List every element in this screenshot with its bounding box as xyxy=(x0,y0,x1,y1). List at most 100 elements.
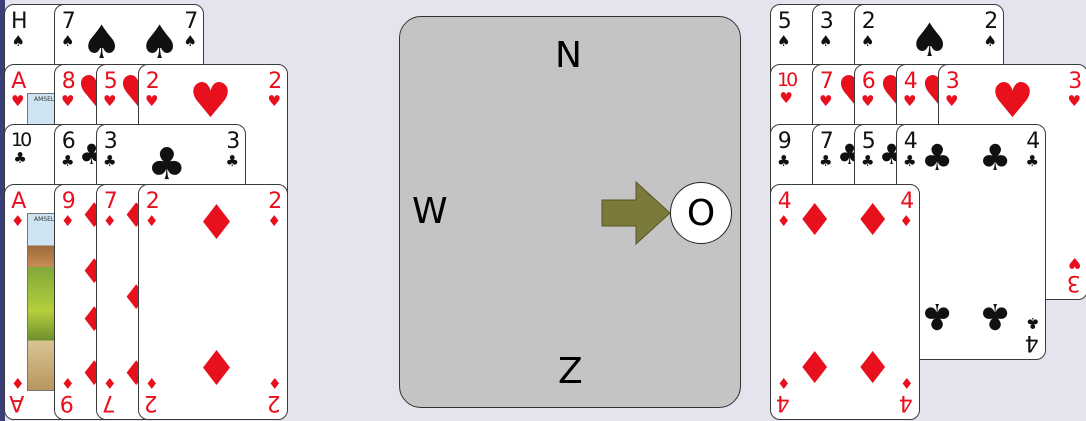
card-rank: 7 xyxy=(61,9,76,34)
heart-icon: ♥ xyxy=(945,92,959,110)
diamond-icon: ♦ xyxy=(195,341,239,397)
diamond-icon: ♦ xyxy=(195,195,239,251)
diamond-icon: ♦ xyxy=(853,195,893,246)
card-rank: 4 xyxy=(900,390,913,415)
club-icon: ♣ xyxy=(777,152,791,170)
seat-east-label: O xyxy=(670,182,732,244)
seat-south-label: Z xyxy=(558,351,583,392)
diamond-icon: ♦ xyxy=(267,212,281,230)
heart-icon: ♥ xyxy=(11,92,25,110)
card-brand-text: AMSEL xyxy=(34,216,55,223)
card-rank: 7 xyxy=(819,129,834,154)
card-rank: A xyxy=(11,69,26,94)
card-rank: 7 xyxy=(184,9,198,34)
card-rank: 2 xyxy=(145,69,160,94)
card-rank: 2 xyxy=(268,390,281,415)
card-rank: 3 xyxy=(226,129,240,154)
club-icon: ♣ xyxy=(13,149,27,167)
diamond-icon: ♦ xyxy=(103,212,117,230)
card-rank: 3 xyxy=(1068,69,1082,94)
heart-icon: ♥ xyxy=(1067,92,1081,110)
card-rank: A xyxy=(11,390,25,415)
diamond-icon: ♦ xyxy=(795,343,835,394)
club-icon: ♣ xyxy=(1025,314,1039,332)
seat-west-label: W xyxy=(412,191,448,232)
club-icon: ♣ xyxy=(921,138,954,179)
card-rank: H xyxy=(11,9,27,34)
card-rank: 5 xyxy=(777,9,792,34)
club-icon: ♣ xyxy=(61,152,75,170)
spade-icon: ♠ xyxy=(861,32,875,50)
card-rank: 2 xyxy=(145,390,158,415)
club-icon: ♣ xyxy=(147,139,187,190)
club-icon: ♣ xyxy=(1025,152,1039,170)
card-brand-text: AMSEL xyxy=(34,96,55,103)
spade-icon: ♠ xyxy=(983,32,997,50)
seat-north-label: N xyxy=(555,35,582,76)
card-rank: 7 xyxy=(819,69,834,94)
diamond-icon: ♦ xyxy=(777,212,791,230)
heart-icon: ♥ xyxy=(145,92,159,110)
card-rank: 10 xyxy=(777,69,798,91)
heart-icon: ♥ xyxy=(779,89,793,107)
card-rank: 3 xyxy=(103,129,118,154)
club-icon: ♣ xyxy=(921,295,954,336)
card-rank: 8 xyxy=(61,69,76,94)
card-west-diamonds-2[interactable]: 2 ♦ 2 ♦ 2 ♦ 2 ♦ ♦ ♦ xyxy=(138,184,288,420)
club-icon: ♣ xyxy=(979,295,1012,336)
diamond-icon: ♦ xyxy=(853,343,893,394)
card-rank: 3 xyxy=(819,9,834,34)
club-icon: ♣ xyxy=(225,152,239,170)
card-rank: 3 xyxy=(1068,270,1081,295)
diamond-icon: ♦ xyxy=(899,374,913,392)
diamond-icon: ♦ xyxy=(11,374,25,392)
card-rank: 6 xyxy=(61,129,76,154)
club-icon: ♣ xyxy=(103,152,117,170)
diamond-icon: ♦ xyxy=(777,374,791,392)
diamond-icon: ♦ xyxy=(899,212,913,230)
heart-icon: ♥ xyxy=(991,73,1035,129)
card-rank: 3 xyxy=(945,69,960,94)
spade-icon: ♠ xyxy=(61,32,75,50)
heart-icon: ♥ xyxy=(267,92,281,110)
card-rank: 2 xyxy=(984,9,998,34)
card-rank: 6 xyxy=(861,69,876,94)
card-rank: 4 xyxy=(903,69,918,94)
spade-icon: ♠ xyxy=(81,15,123,69)
card-rank: 4 xyxy=(777,189,792,214)
spade-icon: ♠ xyxy=(777,32,791,50)
spade-icon: ♠ xyxy=(909,13,951,67)
card-rank: 4 xyxy=(1026,330,1039,355)
card-rank: 2 xyxy=(268,189,282,214)
spade-icon: ♠ xyxy=(11,32,25,50)
diamond-icon: ♦ xyxy=(145,374,159,392)
card-rank: 4 xyxy=(900,189,914,214)
heart-icon: ♥ xyxy=(61,92,75,110)
card-rank: 2 xyxy=(268,69,282,94)
card-rank: 10 xyxy=(11,129,32,151)
diamond-icon: ♦ xyxy=(11,212,25,230)
club-icon: ♣ xyxy=(861,152,875,170)
heart-icon: ♥ xyxy=(1067,254,1081,272)
spade-icon: ♠ xyxy=(139,15,181,69)
spade-icon: ♠ xyxy=(819,32,833,50)
arrow-right-icon xyxy=(601,180,671,246)
card-rank: 7 xyxy=(103,189,118,214)
card-rank: 4 xyxy=(1026,129,1040,154)
heart-icon: ♥ xyxy=(861,92,875,110)
card-rank: 9 xyxy=(61,390,74,415)
heart-icon: ♥ xyxy=(819,92,833,110)
diamond-icon: ♦ xyxy=(145,212,159,230)
card-rank: 4 xyxy=(777,390,790,415)
club-icon: ♣ xyxy=(979,138,1012,179)
heart-icon: ♥ xyxy=(903,92,917,110)
card-rank: 7 xyxy=(103,390,116,415)
diamond-icon: ♦ xyxy=(795,195,835,246)
spade-icon: ♠ xyxy=(183,32,197,50)
diamond-icon: ♦ xyxy=(103,374,117,392)
diamond-icon: ♦ xyxy=(61,212,75,230)
card-rank: 4 xyxy=(903,129,918,154)
card-east-diamonds-4[interactable]: 4 ♦ 4 ♦ 4 ♦ 4 ♦ ♦ ♦ ♦ ♦ xyxy=(770,184,920,420)
card-rank: A xyxy=(11,189,26,214)
card-rank: 5 xyxy=(103,69,118,94)
